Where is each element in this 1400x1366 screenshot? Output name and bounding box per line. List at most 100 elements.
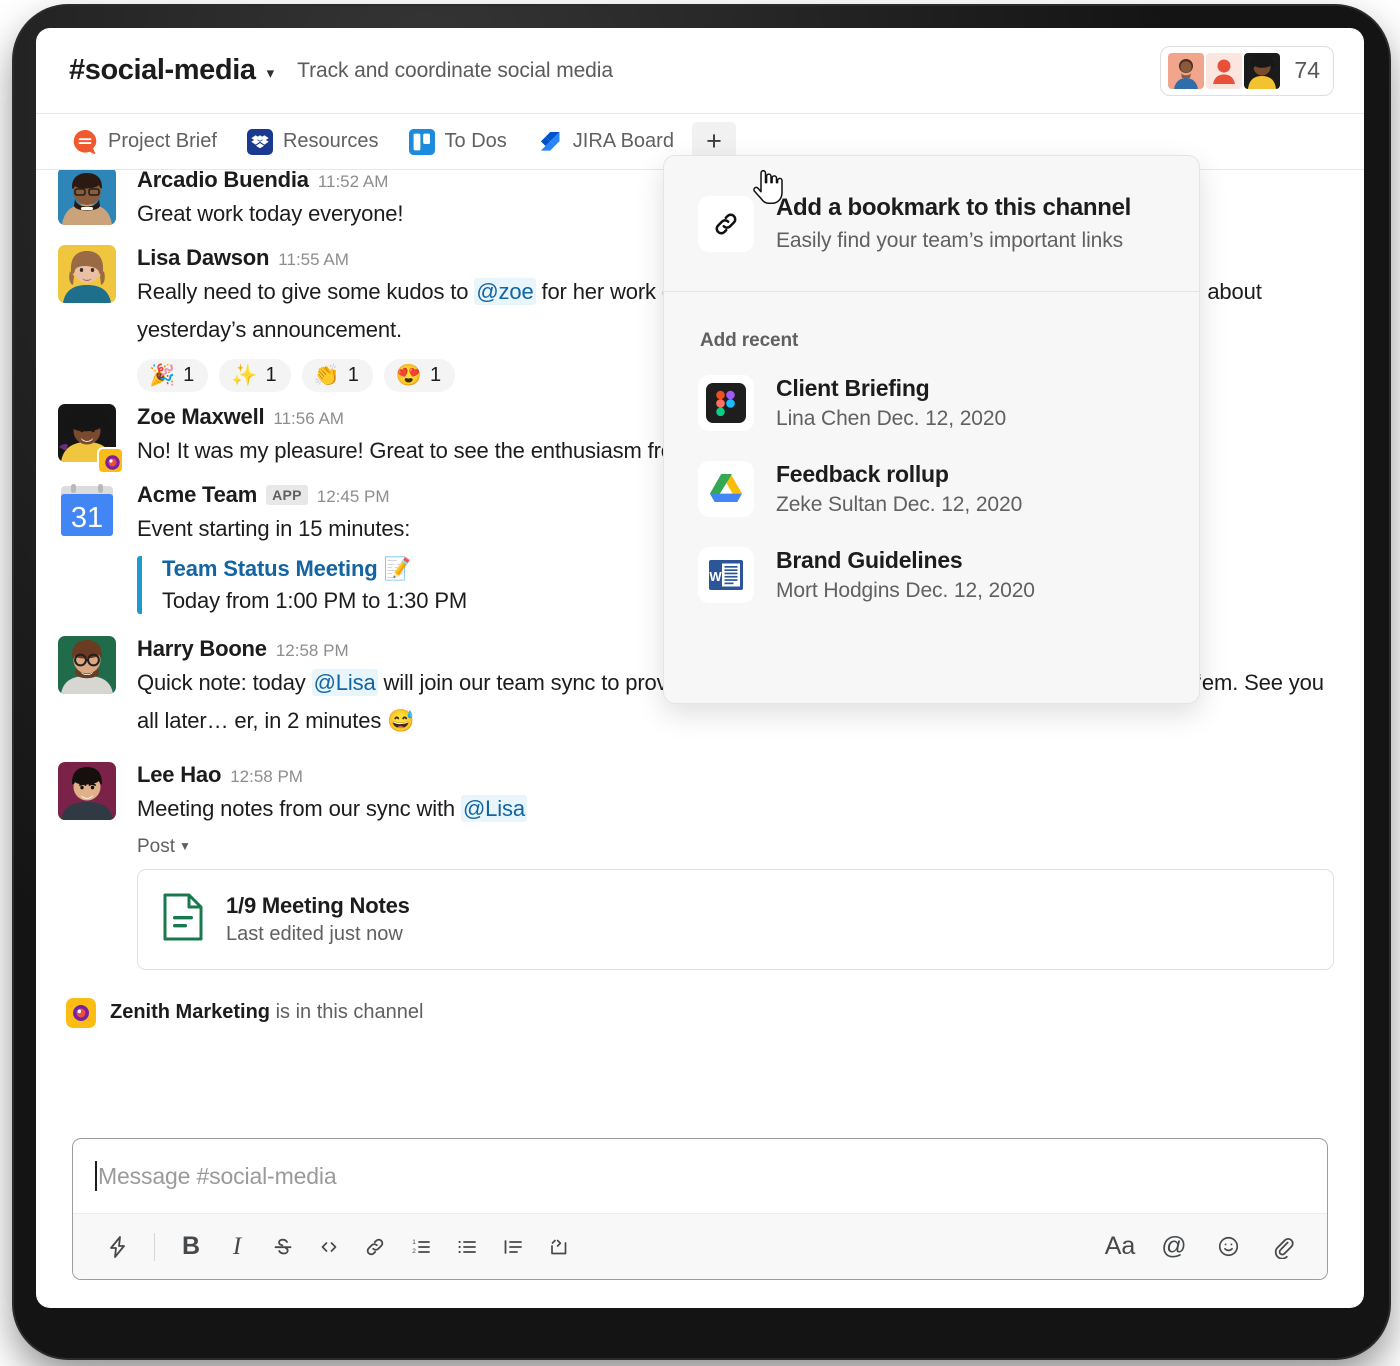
add-bookmark-option[interactable]: Add a bookmark to this channel Easily fi… [664, 156, 1199, 292]
message-text-before: Meeting notes from our sync with [137, 795, 461, 821]
channel-notice: Zenith Marketing is in this channel [66, 997, 1334, 1028]
reaction-chip[interactable]: ✨ 1 [219, 359, 291, 393]
mention-icon[interactable]: @ [1151, 1224, 1197, 1270]
message-timestamp[interactable]: 11:55 AM [278, 250, 349, 270]
screenshot-root: #social-media ▾ Track and coordinate soc… [0, 0, 1400, 1366]
reaction-chip[interactable]: 😍 1 [383, 359, 456, 393]
avatar[interactable] [58, 244, 116, 303]
caret-down-icon: ▼ [179, 838, 191, 853]
reaction-emoji: 👏 [313, 364, 340, 388]
recent-item-title: Feedback rollup [776, 461, 949, 487]
bookmark-project-brief[interactable]: Project Brief [60, 124, 229, 160]
bookmark-resources[interactable]: Resources [235, 124, 391, 160]
italic-icon[interactable]: I [214, 1224, 260, 1270]
message-timestamp[interactable]: 12:58 PM [230, 767, 303, 787]
user-mention[interactable]: @zoe [474, 277, 536, 305]
plus-icon: + [706, 126, 722, 156]
composer-tools-right: Aa @ [1097, 1224, 1305, 1270]
message-author[interactable]: Acme Team [137, 482, 257, 508]
bookmark-to-dos[interactable]: To Dos [397, 124, 519, 160]
message-author[interactable]: Lisa Dawson [137, 245, 269, 271]
recent-item-client-briefing[interactable]: Client Briefing Lina Chen Dec. 12, 2020 [664, 360, 1199, 446]
add-bookmark-title: Add a bookmark to this channel [776, 194, 1132, 221]
message-author[interactable]: Lee Hao [137, 762, 221, 788]
code-block-icon[interactable] [536, 1224, 582, 1270]
reaction-emoji: 😍 [395, 364, 422, 388]
post-attachment-card[interactable]: 1/9 Meeting Notes Last edited just now [137, 868, 1334, 970]
ordered-list-icon[interactable]: 1 2 [398, 1224, 444, 1270]
recent-item-subtitle: Lina Chen Dec. 12, 2020 [776, 407, 1007, 430]
reaction-emoji: ✨ [231, 364, 258, 388]
attachment-icon[interactable] [1259, 1224, 1305, 1270]
shortcuts-icon[interactable] [95, 1224, 141, 1270]
members-button[interactable]: 74 [1160, 45, 1334, 96]
message-text-before: Quick note: today [137, 670, 312, 696]
message-body: Lee Hao 12:58 PM Meeting notes from our … [137, 762, 1334, 970]
notice-rest: is in this channel [270, 1001, 424, 1024]
recent-item-body: Brand Guidelines Mort Hodgins Dec. 12, 2… [776, 547, 1035, 603]
avatar-wrap [58, 636, 116, 740]
app-badge: APP [266, 485, 308, 506]
bookmark-jira-board[interactable]: JIRA Board [525, 124, 686, 160]
bold-icon[interactable]: B [168, 1224, 214, 1270]
svg-text:31: 31 [71, 502, 103, 534]
reaction-chip[interactable]: 🎉 1 [137, 359, 209, 393]
zenith-icon [97, 447, 124, 475]
message-author[interactable]: Zoe Maxwell [137, 404, 265, 430]
user-mention[interactable]: @Lisa [311, 669, 378, 697]
channel-header: #social-media ▾ Track and coordinate soc… [36, 28, 1364, 114]
jira-icon [537, 129, 563, 155]
page-title: #social-media [69, 54, 256, 86]
add-bookmark-subtitle: Easily find your team’s important links [776, 229, 1124, 252]
post-card-body: 1/9 Meeting Notes Last edited just now [226, 893, 410, 946]
blockquote-icon[interactable] [490, 1224, 536, 1270]
recent-item-feedback-rollup[interactable]: Feedback rollup Zeke Sultan Dec. 12, 202… [664, 446, 1199, 532]
link-icon[interactable] [352, 1224, 398, 1270]
recent-item-title: Brand Guidelines [776, 547, 963, 573]
avatar[interactable]: 31 [58, 482, 116, 540]
strikethrough-icon[interactable] [260, 1224, 306, 1270]
svg-text:W: W [709, 569, 722, 584]
avatar [1206, 52, 1243, 89]
bookmark-label: JIRA Board [572, 130, 674, 152]
message-timestamp[interactable]: 12:45 PM [317, 487, 390, 507]
reaction-count: 1 [347, 364, 359, 387]
post-type-label[interactable]: Post ▼ [137, 836, 1334, 858]
avatar[interactable] [58, 636, 116, 695]
word-icon: W [698, 547, 754, 603]
bookmark-label: Project Brief [108, 130, 217, 152]
message-meta: Lee Hao 12:58 PM [137, 762, 1334, 788]
message-author[interactable]: Arcadio Buendia [137, 167, 309, 193]
message-author[interactable]: Harry Boone [137, 636, 267, 662]
avatar-wrap [58, 167, 116, 233]
chevron-down-icon[interactable]: ▾ [267, 66, 275, 81]
emoji-icon[interactable] [1205, 1224, 1251, 1270]
add-bookmark-option-body: Add a bookmark to this channel Easily fi… [776, 194, 1131, 253]
bulleted-list-icon[interactable] [444, 1224, 490, 1270]
code-icon[interactable] [306, 1224, 352, 1270]
composer-toolbar: B I 1 2 Aa @ [73, 1213, 1327, 1279]
message-composer: Message #social-media B I 1 2 Aa @ [72, 1138, 1328, 1280]
message-timestamp[interactable]: 11:56 AM [273, 409, 344, 429]
reaction-chip[interactable]: 👏 1 [301, 359, 373, 393]
recent-item-brand-guidelines[interactable]: W Brand Guidelines Mort Hodgins Dec. 12,… [664, 532, 1199, 618]
zenith-icon [66, 997, 96, 1028]
message-timestamp[interactable]: 12:58 PM [276, 641, 349, 661]
formatting-icon[interactable]: Aa [1097, 1224, 1143, 1270]
message-lee-hao: Lee Hao 12:58 PM Meeting notes from our … [58, 740, 1334, 970]
user-mention[interactable]: @Lisa [460, 794, 527, 822]
recent-item-body: Client Briefing Lina Chen Dec. 12, 2020 [776, 375, 1006, 431]
dropbox-icon [246, 128, 273, 155]
reaction-count: 1 [183, 364, 195, 387]
notice-app-name: Zenith Marketing [110, 1001, 271, 1024]
trello-icon [408, 128, 435, 155]
post-subtitle: Last edited just now [226, 922, 403, 945]
message-timestamp[interactable]: 11:52 AM [318, 172, 389, 192]
avatar[interactable] [58, 761, 116, 820]
channel-topic[interactable]: Track and coordinate social media [297, 59, 613, 83]
message-input[interactable]: Message #social-media [73, 1139, 1327, 1213]
add-recent-label: Add recent [700, 330, 799, 351]
channel-name-button[interactable]: #social-media ▾ [69, 54, 297, 87]
text-caret [95, 1161, 97, 1191]
avatar[interactable] [58, 167, 116, 225]
